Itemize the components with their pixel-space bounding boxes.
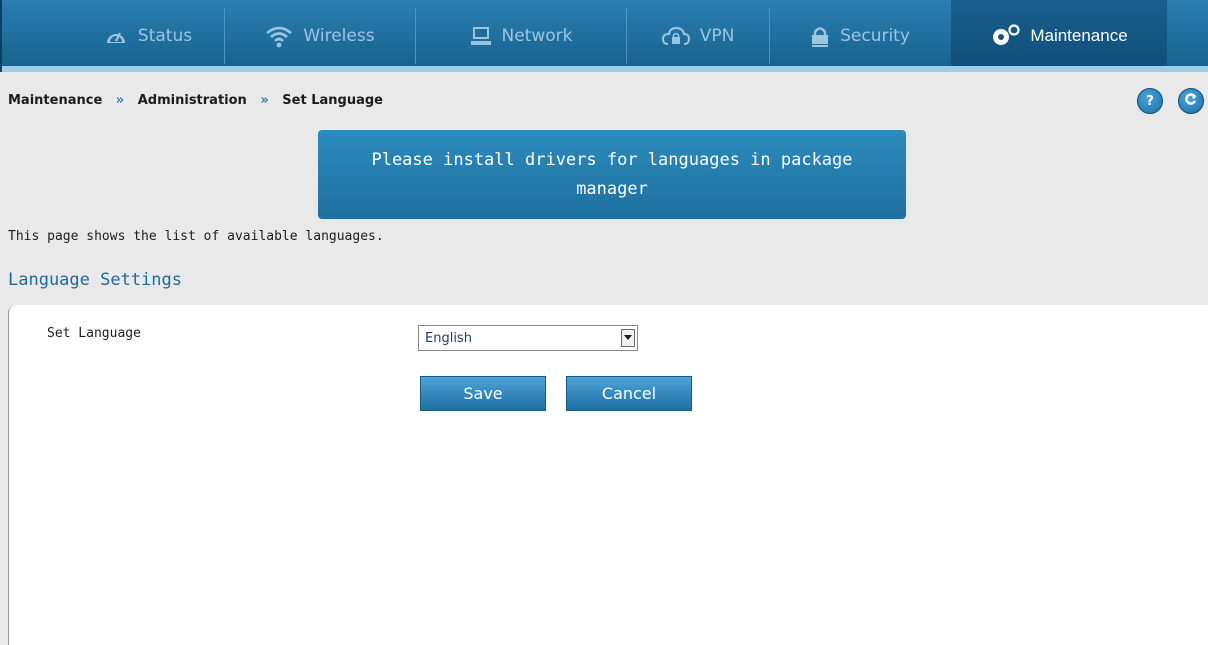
cloud-lock-icon [661,25,690,47]
tab-wireless-label: Wireless [303,26,375,46]
notice-text: Please install drivers for languages in … [371,149,853,199]
breadcrumb-separator: » [115,93,125,108]
dashboard-gauge-icon [104,25,128,47]
help-icon: ? [1146,93,1154,109]
tab-vpn-label: VPN [699,26,735,46]
breadcrumb: Maintenance » Administration » Set Langu… [8,93,383,108]
tab-network[interactable]: Network [416,0,626,72]
section-title: Language Settings [8,270,182,290]
breadcrumb-set-language: Set Language [282,93,383,108]
help-button[interactable]: ? [1137,88,1163,114]
refresh-icon [1183,91,1199,111]
breadcrumb-maintenance[interactable]: Maintenance [8,93,102,108]
tab-status[interactable]: Status [72,0,224,72]
chevron-down-icon[interactable] [621,329,635,347]
computer-icon [470,25,492,47]
tab-maintenance[interactable]: Maintenance [951,0,1167,72]
settings-panel [8,305,1208,645]
tab-wireless[interactable]: Wireless [225,0,415,72]
cancel-button[interactable]: Cancel [566,376,692,411]
language-select-value: English [425,331,472,346]
page-description: This page shows the list of available la… [8,229,384,244]
nav-underline [2,66,1208,72]
breadcrumb-administration[interactable]: Administration [138,93,247,108]
breadcrumb-separator: » [260,93,269,108]
set-language-label: Set Language [47,326,141,341]
tab-maintenance-label: Maintenance [1030,26,1128,45]
gears-icon [990,24,1020,48]
save-button[interactable]: Save [420,376,546,411]
top-navigation-bar: Status Wireless Network VPN Security Mai… [0,0,1208,72]
tab-network-label: Network [501,26,573,46]
tab-vpn[interactable]: VPN [627,0,769,72]
tab-security[interactable]: Security [770,0,950,72]
language-select[interactable]: English [418,325,638,351]
notice-banner: Please install drivers for languages in … [318,130,906,219]
tab-status-label: Status [137,26,193,46]
tab-security-label: Security [840,26,910,46]
lock-icon [810,25,830,47]
wifi-icon [265,24,293,48]
refresh-button[interactable] [1178,88,1204,114]
